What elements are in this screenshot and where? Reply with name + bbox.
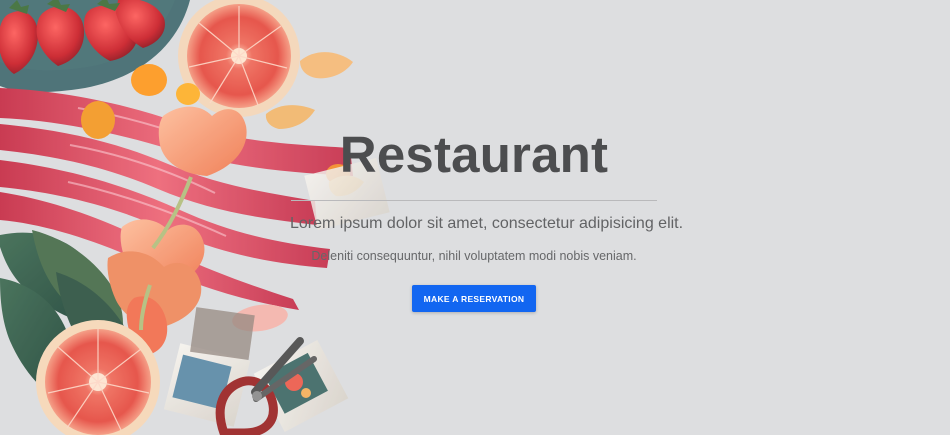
title-divider <box>291 200 657 201</box>
hero-subtitle: Lorem ipsum dolor sit amet, consectetur … <box>290 215 684 232</box>
hero-subtext: Deleniti consequuntur, nihil voluptatem … <box>311 249 637 263</box>
page-title: Restaurant <box>339 126 609 183</box>
hero-section: Restaurant Lorem ipsum dolor sit amet, c… <box>0 0 950 435</box>
hero-content: Restaurant Lorem ipsum dolor sit amet, c… <box>290 126 684 312</box>
make-reservation-button[interactable]: MAKE A RESERVATION <box>412 285 536 312</box>
